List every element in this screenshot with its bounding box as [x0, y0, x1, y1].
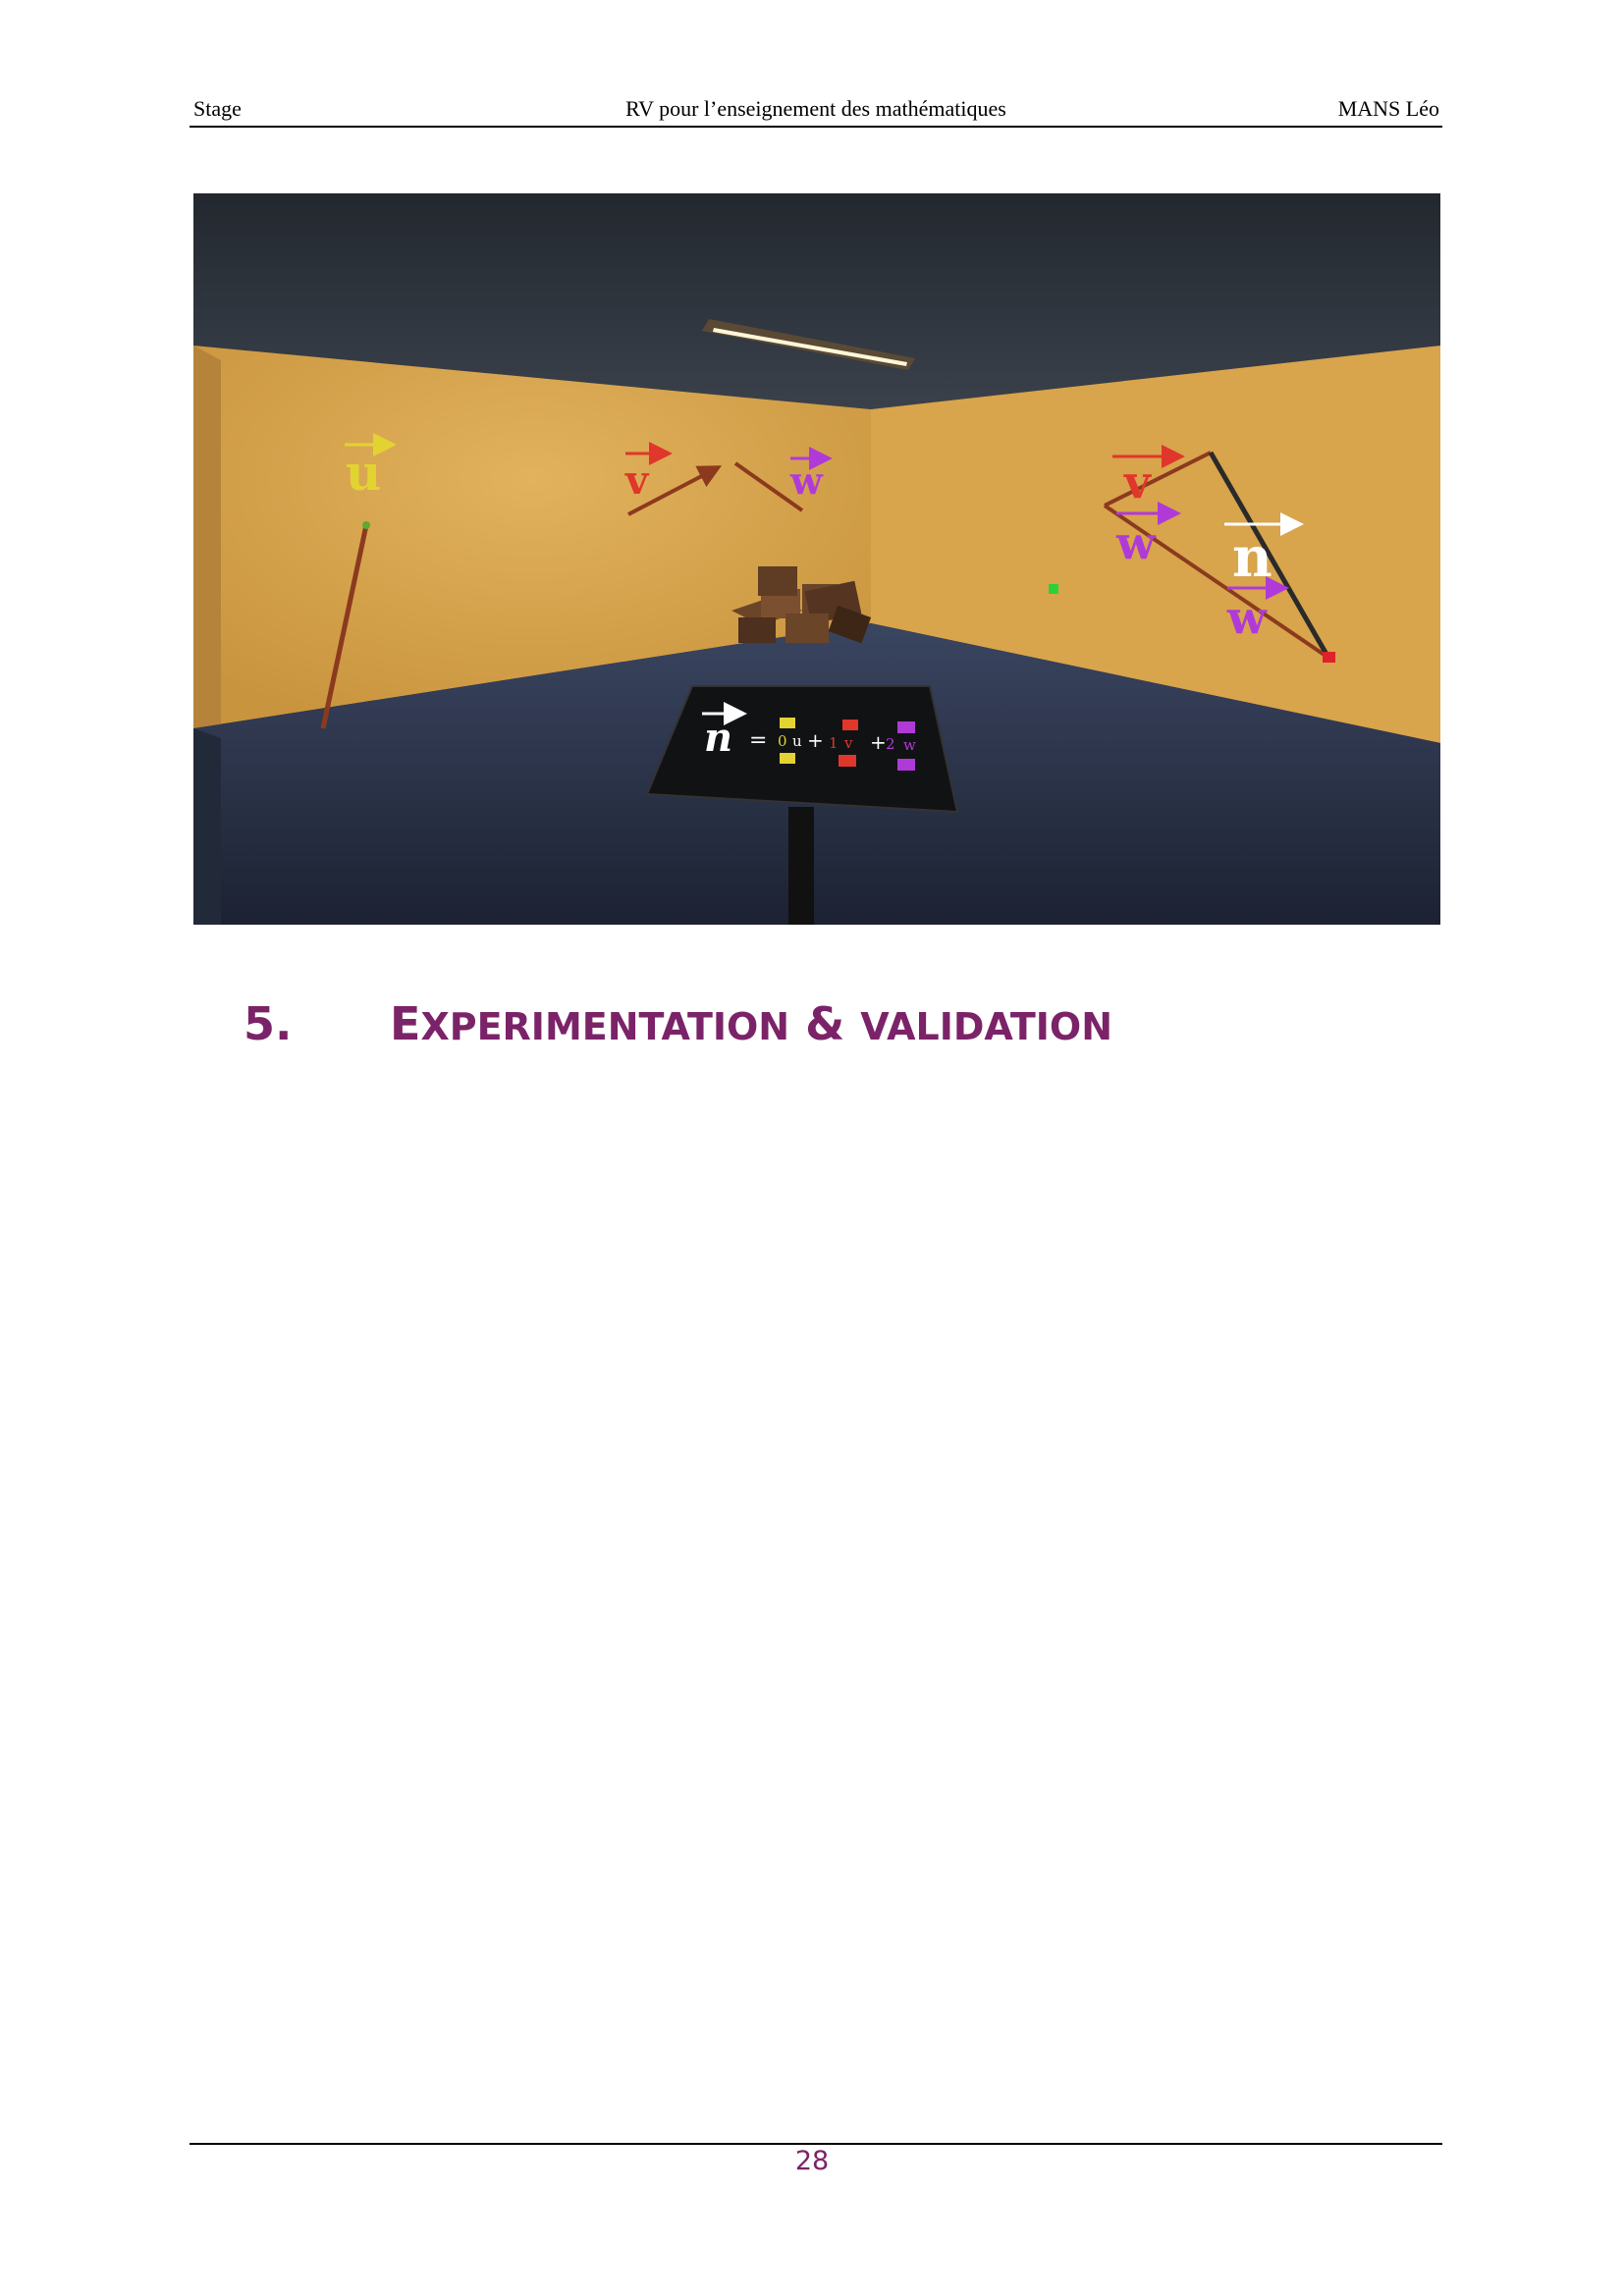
vector-w-label-right-1: w	[1115, 516, 1157, 569]
vector-u-label: u	[346, 444, 381, 502]
section-title-part2: VALIDATION	[860, 1005, 1113, 1048]
panel-coef-v: 1	[829, 734, 839, 752]
vector-v-label-back: v	[624, 457, 650, 504]
page-header: Stage RV pour l’enseignement des mathéma…	[189, 94, 1442, 128]
svg-text:v: v	[843, 734, 853, 752]
panel-lhs: n	[704, 715, 732, 761]
footer-rule	[189, 2143, 1442, 2145]
panel-plus-2: +	[870, 730, 887, 754]
vector-w-label-right-2: w	[1226, 591, 1268, 644]
panel-coef-u: 0	[778, 732, 787, 750]
section-number: 5.	[244, 997, 293, 1050]
section-title-amp: &	[789, 997, 861, 1050]
left-wall	[193, 346, 221, 753]
vector-w-label-back: w	[789, 458, 824, 503]
svg-text:w: w	[903, 736, 916, 754]
svg-text:u: u	[792, 732, 802, 750]
vector-n-label: n	[1232, 525, 1272, 590]
panel-plus-1: +	[807, 728, 824, 752]
section-title-part1: XPERIMENTATION	[420, 1005, 790, 1048]
page-number: 28	[794, 2146, 830, 2176]
panel-coef-w: 2	[886, 735, 895, 753]
panel-equals: =	[749, 728, 767, 753]
header-right: MANS Léo	[1337, 96, 1439, 121]
header-center: RV pour l’enseignement des mathématiques	[625, 96, 1006, 121]
vector-v-label-right: v	[1123, 455, 1152, 508]
section-title: EXPERIMENTATION & VALIDATION	[390, 997, 1112, 1050]
vr-scene-svg: u v w v w n w n = 0 u + 1 v + 2 w	[193, 193, 1440, 925]
section-title-cap: E	[390, 997, 421, 1050]
vr-scene-screenshot: u v w v w n w n = 0 u + 1 v + 2 w	[193, 193, 1440, 925]
